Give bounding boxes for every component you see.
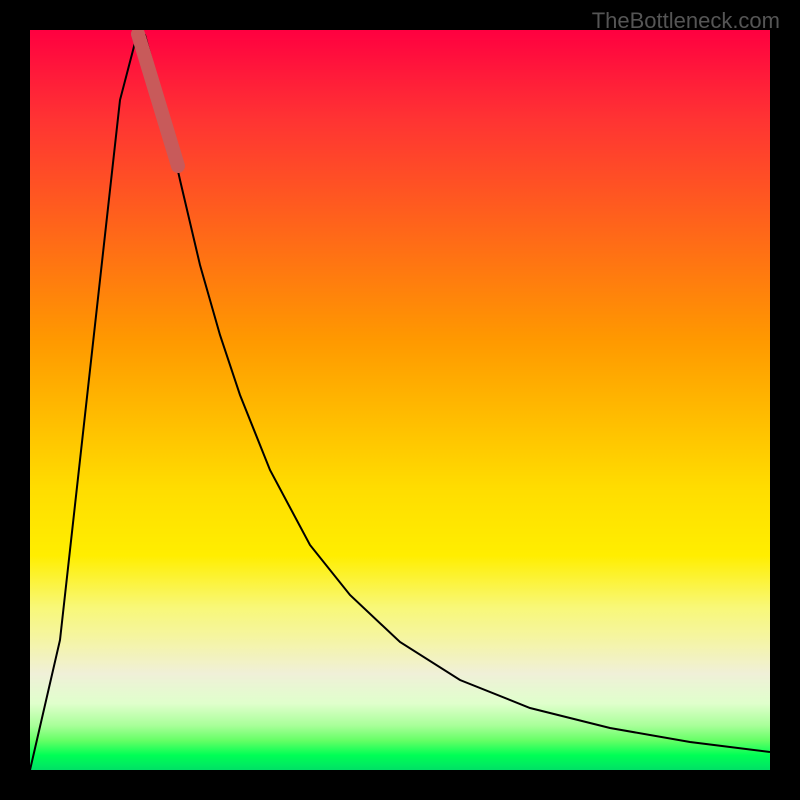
bottleneck-curve	[30, 32, 770, 770]
highlight-marker	[138, 34, 178, 166]
watermark-text: TheBottleneck.com	[592, 8, 780, 34]
chart-plot-area	[30, 30, 770, 770]
chart-svg	[30, 30, 770, 770]
